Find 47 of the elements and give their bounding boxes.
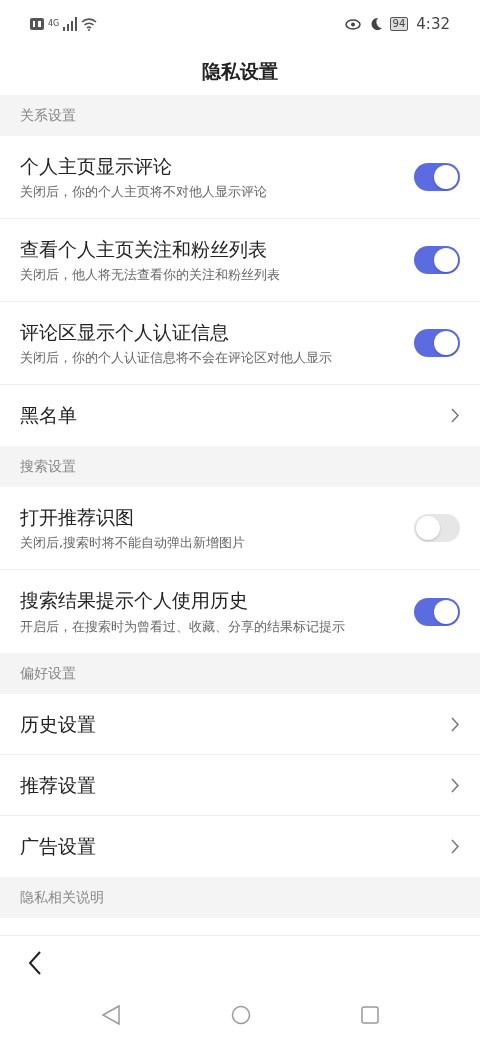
toggle-switch[interactable]: [414, 246, 460, 274]
settings-row[interactable]: 评论区显示个人认证信息 关闭后，你的个人认证信息将不会在评论区对他人显示: [0, 302, 480, 385]
setting-title: 评论区显示个人认证信息: [20, 319, 230, 345]
page-title: 隐私设置: [202, 59, 278, 85]
section-header: 搜索设置: [0, 446, 480, 487]
settings-row[interactable]: 查看个人主页关注和粉丝列表 关闭后，他人将无法查看你的关注和粉丝列表: [0, 219, 480, 302]
clock-time: 4:32: [416, 13, 450, 35]
setting-title: 搜索结果提示个人使用历史: [20, 588, 249, 614]
signal-icon: [63, 17, 78, 31]
settings-row[interactable]: 个人主页显示评论 关闭后，你的个人主页将不对他人显示评论: [0, 136, 480, 219]
toggle-switch[interactable]: [414, 163, 460, 191]
settings-row[interactable]: 黑名单: [0, 385, 480, 446]
chevron-right-icon: [451, 777, 460, 793]
wifi-icon: [81, 17, 98, 31]
settings-row[interactable]: 搜索结果提示个人使用历史 开启后，在搜索时为曾看过、收藏、分享的结果标记提示: [0, 570, 480, 653]
back-icon[interactable]: [28, 951, 42, 975]
chevron-right-icon: [451, 408, 460, 423]
setting-title: 推荐设置: [20, 772, 97, 798]
section-header: 偏好设置: [0, 653, 480, 694]
section-header: 隐私相关说明: [0, 877, 480, 918]
setting-description: 开启后，在搜索时为曾看过、收藏、分享的结果标记提示: [20, 617, 346, 636]
settings-row[interactable]: 推荐设置: [0, 755, 480, 816]
settings-row[interactable]: 广告设置: [0, 816, 480, 877]
setting-description: 关闭后，你的个人主页将不对他人显示评论: [20, 183, 268, 202]
home-nav-icon[interactable]: [231, 1005, 251, 1025]
settings-row[interactable]: 历史设置: [0, 694, 480, 755]
toggle-switch[interactable]: [414, 329, 460, 357]
network-label: 4G: [48, 18, 60, 30]
toggle-switch[interactable]: [414, 514, 460, 542]
setting-description: 关闭后，你的个人认证信息将不会在评论区对他人显示: [20, 349, 333, 368]
setting-description: 关闭后,搜索时将不能自动弹出新增图片: [20, 534, 247, 553]
hd-icon: [30, 18, 44, 30]
setting-title: 个人主页显示评论: [20, 153, 173, 179]
setting-title: 广告设置: [20, 834, 97, 860]
toggle-switch[interactable]: [414, 597, 460, 626]
chevron-right-icon: [451, 839, 460, 854]
battery-indicator: 94: [389, 17, 409, 31]
chevron-right-icon: [451, 716, 460, 732]
setting-title: 历史设置: [20, 711, 97, 737]
setting-title: 查看个人主页关注和粉丝列表: [20, 236, 268, 262]
back-nav-icon[interactable]: [101, 1004, 121, 1026]
setting-title: 打开推荐识图: [20, 504, 135, 530]
section-header: 关系设置: [0, 95, 480, 136]
setting-title: 黑名单: [20, 403, 78, 429]
setting-description: 关闭后，他人将无法查看你的关注和粉丝列表: [20, 266, 281, 285]
eye-icon: [344, 18, 361, 30]
settings-row[interactable]: 打开推荐识图 关闭后,搜索时将不能自动弹出新增图片: [0, 487, 480, 570]
